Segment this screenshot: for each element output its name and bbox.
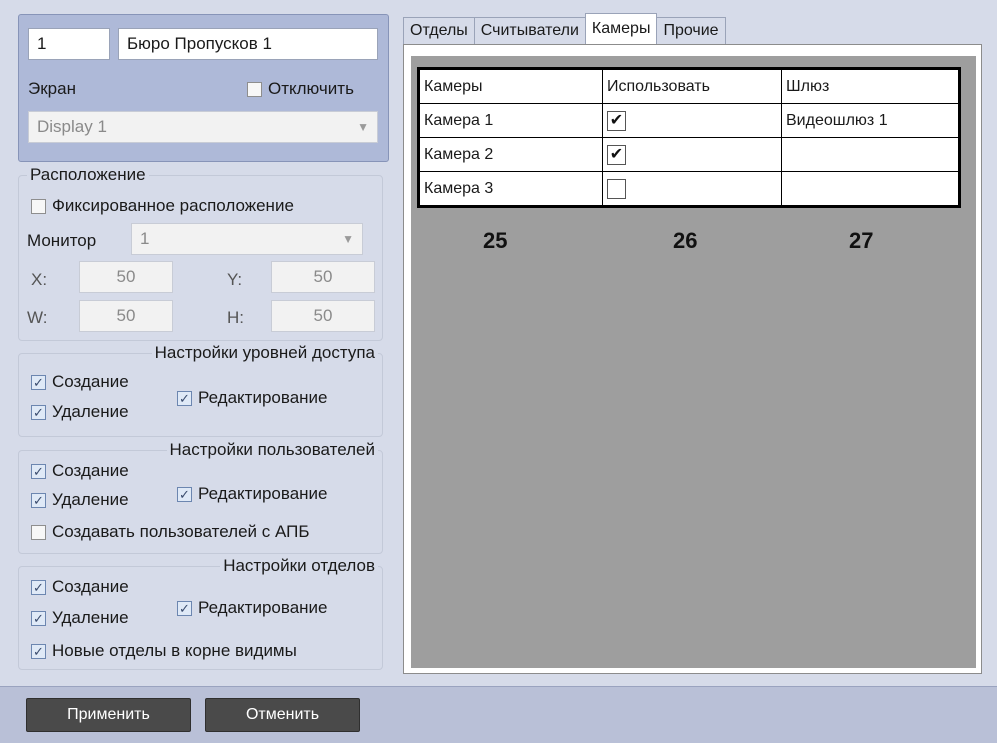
departments-group: Настройки отделов Создание Удаление Реда…	[18, 556, 383, 670]
dept-edit-label: Редактирование	[198, 598, 328, 617]
tab-other[interactable]: Прочие	[656, 17, 726, 44]
users-apb-label: Создавать пользователей с АПБ	[52, 522, 310, 541]
cameras-tab-panel: Камеры Использовать Шлюз Камера 1 Видеош…	[403, 44, 982, 674]
access-edit-label: Редактирование	[198, 388, 328, 407]
users-edit-label: Редактирование	[198, 484, 328, 503]
users-create-label: Создание	[52, 461, 129, 480]
header-gateway: Шлюз	[781, 68, 960, 104]
dept-delete-checkbox[interactable]: Удаление	[31, 608, 129, 628]
annotation-25: 25	[483, 228, 508, 253]
users-apb-checkbox[interactable]: Создавать пользователей с АПБ	[31, 522, 310, 542]
access-edit-checkbox[interactable]: Редактирование	[177, 388, 328, 408]
fixed-placement-checkbox[interactable]: Фиксированное расположение	[31, 196, 294, 216]
monitor-value: 1	[140, 229, 150, 248]
access-delete-label: Удаление	[52, 402, 129, 421]
access-create-box[interactable]	[31, 374, 46, 390]
disable-label: Отключить	[268, 79, 354, 98]
monitor-select[interactable]: 1 ▼	[131, 223, 363, 255]
w-field[interactable]: 50	[79, 300, 173, 332]
dept-delete-box[interactable]	[31, 610, 46, 626]
display-value: Display 1	[37, 117, 107, 136]
fixed-placement-box[interactable]	[31, 198, 46, 214]
table-row[interactable]: Камера 1 Видеошлюз 1	[418, 103, 960, 138]
header-cameras: Камеры	[418, 68, 603, 104]
dept-create-box[interactable]	[31, 579, 46, 595]
placement-group: Расположение Фиксированное расположение …	[18, 165, 383, 341]
use-checkbox[interactable]	[607, 110, 626, 131]
use-cell[interactable]	[602, 137, 782, 172]
table-row[interactable]: Камера 3	[418, 171, 960, 207]
placement-title: Расположение	[27, 165, 149, 185]
departments-title: Настройки отделов	[220, 556, 378, 576]
dept-create-label: Создание	[52, 577, 129, 596]
dept-edit-box[interactable]	[177, 600, 192, 616]
annotation-26: 26	[673, 228, 698, 253]
dept-root-visible-label: Новые отделы в корне видимы	[52, 641, 297, 660]
monitor-label: Монитор	[27, 231, 97, 250]
access-delete-checkbox[interactable]: Удаление	[31, 402, 129, 422]
users-delete-box[interactable]	[31, 492, 46, 508]
tab-departments[interactable]: Отделы	[403, 17, 475, 44]
access-levels-group: Настройки уровней доступа Создание Удале…	[18, 343, 383, 437]
cameras-table: Камеры Использовать Шлюз Камера 1 Видеош…	[417, 67, 961, 208]
fixed-placement-label: Фиксированное расположение	[52, 196, 294, 215]
gateway-cell[interactable]: Видеошлюз 1	[781, 103, 960, 138]
x-field[interactable]: 50	[79, 261, 173, 293]
name-field[interactable]: Бюро Пропусков 1	[118, 28, 378, 60]
table-row[interactable]: Камера 2	[418, 137, 960, 172]
dept-edit-checkbox[interactable]: Редактирование	[177, 598, 328, 618]
users-title: Настройки пользователей	[166, 440, 378, 460]
tab-cameras[interactable]: Камеры	[584, 13, 658, 44]
dept-root-visible-box[interactable]	[31, 643, 46, 659]
disable-checkbox-box[interactable]	[247, 81, 262, 97]
w-label: W:	[27, 308, 48, 327]
camera-name-cell: Камера 2	[418, 137, 603, 172]
chevron-down-icon: ▼	[357, 120, 369, 134]
y-field[interactable]: 50	[271, 261, 375, 293]
access-create-checkbox[interactable]: Создание	[31, 372, 129, 392]
display-select[interactable]: Display 1 ▼	[28, 111, 378, 143]
camera-name-cell: Камера 1	[418, 103, 603, 138]
users-delete-label: Удаление	[52, 490, 129, 509]
table-header-row: Камеры Использовать Шлюз	[418, 68, 960, 104]
use-cell[interactable]	[602, 103, 782, 138]
access-create-label: Создание	[52, 372, 129, 391]
use-cell[interactable]	[602, 171, 782, 207]
users-apb-box[interactable]	[31, 524, 46, 540]
tab-strip: Отделы Считыватели Камеры Прочие	[403, 13, 726, 44]
header-panel: 1 Бюро Пропусков 1 Экран Отключить Displ…	[18, 14, 389, 162]
apply-button[interactable]: Применить	[26, 698, 191, 732]
tab-readers[interactable]: Считыватели	[473, 17, 586, 44]
users-create-checkbox[interactable]: Создание	[31, 461, 129, 481]
access-edit-box[interactable]	[177, 390, 192, 406]
disable-checkbox[interactable]: Отключить	[247, 79, 354, 99]
h-label: H:	[227, 308, 244, 327]
chevron-down-icon: ▼	[342, 232, 354, 246]
dept-create-checkbox[interactable]: Создание	[31, 577, 129, 597]
h-field[interactable]: 50	[271, 300, 375, 332]
camera-name-cell: Камера 3	[418, 171, 603, 207]
users-create-box[interactable]	[31, 463, 46, 479]
dept-delete-label: Удаление	[52, 608, 129, 627]
use-checkbox[interactable]	[607, 178, 626, 199]
id-field[interactable]: 1	[28, 28, 110, 60]
users-edit-checkbox[interactable]: Редактирование	[177, 484, 328, 504]
gateway-cell[interactable]	[781, 137, 960, 172]
cancel-button[interactable]: Отменить	[205, 698, 360, 732]
dept-root-visible-checkbox[interactable]: Новые отделы в корне видимы	[31, 641, 297, 661]
users-group: Настройки пользователей Создание Удалени…	[18, 440, 383, 554]
header-use: Использовать	[602, 68, 782, 104]
cameras-grid: Камеры Использовать Шлюз Камера 1 Видеош…	[411, 56, 976, 668]
gateway-cell[interactable]	[781, 171, 960, 207]
x-label: X:	[31, 270, 48, 289]
users-edit-box[interactable]	[177, 486, 192, 502]
annotation-27: 27	[849, 228, 874, 253]
access-levels-title: Настройки уровней доступа	[151, 343, 378, 363]
access-delete-box[interactable]	[31, 404, 46, 420]
screen-label: Экран	[28, 79, 76, 98]
users-delete-checkbox[interactable]: Удаление	[31, 490, 129, 510]
use-checkbox[interactable]	[607, 144, 626, 165]
y-label: Y:	[227, 270, 243, 289]
